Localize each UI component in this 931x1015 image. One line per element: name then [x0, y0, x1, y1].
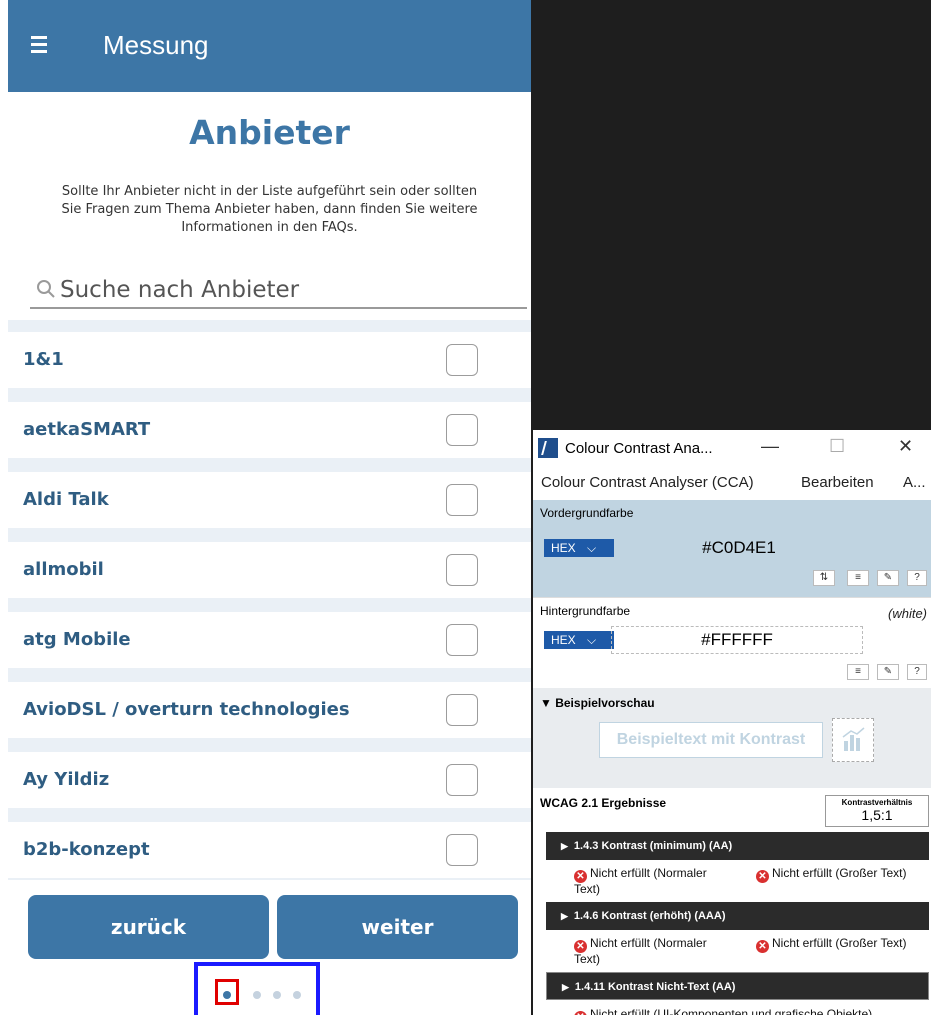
background-hex-value: #FFFFFF	[701, 630, 773, 649]
sliders-icon[interactable]: ≡	[847, 664, 869, 680]
sliders-icon[interactable]: ≡	[847, 570, 869, 586]
preview-toggle[interactable]: ▼ Beispielvorschau	[540, 696, 655, 710]
page-indicator	[194, 962, 320, 1015]
background-panel: Hintergrundfarbe (white) HEX ⌵ #FFFFFF ≡…	[533, 597, 931, 687]
sample-text-preview: Beispieltext mit Kontrast	[599, 722, 823, 758]
result-normal-text: ✕ Nicht erfüllt (Normaler Text)	[574, 936, 707, 966]
provider-checkbox[interactable]	[446, 624, 478, 656]
provider-checkbox[interactable]	[446, 484, 478, 516]
fail-icon: ✕	[574, 1011, 587, 1015]
list-item[interactable]: Ay Yildiz	[8, 752, 531, 808]
foreground-hex-input[interactable]: #C0D4E1	[615, 535, 863, 561]
provider-name: 1&1	[23, 349, 64, 370]
maximize-icon[interactable]: ☐	[829, 436, 845, 457]
provider-checkbox[interactable]	[446, 764, 478, 796]
fail-icon: ✕	[756, 940, 769, 953]
results-label: WCAG 2.1 Ergebnisse	[540, 796, 667, 810]
criterion-1-4-6[interactable]: 1.4.6 Kontrast (erhöht) (AAA)	[546, 902, 929, 930]
window-titlebar[interactable]: Colour Contrast Ana... — ☐ ✕	[533, 430, 931, 466]
criterion-1-4-11[interactable]: 1.4.11 Kontrast Nicht-Text (AA)	[546, 972, 929, 1000]
window-title: Colour Contrast Ana...	[565, 440, 713, 457]
provider-name: b2b-konzept	[23, 839, 150, 860]
provider-checkbox[interactable]	[446, 554, 478, 586]
minimize-icon[interactable]: —	[761, 436, 779, 457]
provider-checkbox[interactable]	[446, 834, 478, 866]
background-label: Hintergrundfarbe	[540, 604, 631, 618]
criterion-1-4-3[interactable]: 1.4.3 Kontrast (minimum) (AA)	[546, 832, 929, 860]
cca-window: Colour Contrast Ana... — ☐ ✕ Colour Cont…	[533, 430, 931, 1015]
list-item[interactable]: Aldi Talk	[8, 472, 531, 528]
chart-preview-icon[interactable]	[832, 718, 874, 762]
foreground-panel: Vordergrundfarbe HEX ⌵ #C0D4E1 ⇅ ≡ ✎ ?	[533, 500, 931, 597]
menu-cca[interactable]: Colour Contrast Analyser (CCA)	[541, 474, 754, 491]
search-icon	[37, 280, 55, 298]
result-large-text: ✕ Nicht erfüllt (Großer Text)	[756, 867, 906, 883]
page-title: Anbieter	[189, 113, 350, 152]
help-icon[interactable]: ?	[907, 664, 927, 680]
ratio-value: 1,5:1	[861, 807, 893, 823]
close-icon[interactable]: ✕	[898, 436, 913, 457]
foreground-format-select[interactable]: HEX ⌵	[544, 539, 614, 557]
chevron-down-icon: ⌵	[587, 541, 597, 555]
eyedropper-icon[interactable]: ✎	[877, 570, 899, 586]
provider-list: 1&1 aetkaSMART Aldi Talk allmobil atg Mo…	[8, 320, 531, 880]
menu-edit[interactable]: Bearbeiten	[801, 474, 874, 491]
search-field[interactable]	[30, 273, 527, 309]
foreground-label: Vordergrundfarbe	[540, 506, 634, 520]
search-input[interactable]	[60, 275, 520, 305]
menubar: Colour Contrast Analyser (CCA) Bearbeite…	[533, 466, 931, 498]
list-item[interactable]: 1&1	[8, 332, 531, 388]
back-button[interactable]: zurück	[28, 895, 269, 959]
result-large-text: ✕ Nicht erfüllt (Großer Text)	[756, 937, 906, 953]
list-item[interactable]: AvioDSL / overturn technologies	[8, 682, 531, 738]
intro-text: Sollte Ihr Anbieter nicht in der Liste a…	[61, 184, 478, 235]
provider-name: AvioDSL / overturn technologies	[23, 699, 350, 720]
page-dot-active[interactable]	[223, 991, 231, 999]
mobile-app: Messung Anbieter Sollte Ihr Anbieter nic…	[8, 0, 531, 1015]
background-format-select[interactable]: HEX ⌵	[544, 631, 614, 649]
page-dot[interactable]	[273, 991, 281, 999]
cca-logo-icon	[538, 438, 558, 458]
provider-name: aetkaSMART	[23, 419, 151, 440]
format-label: HEX	[551, 633, 576, 647]
page-dot[interactable]	[293, 991, 301, 999]
result-normal-text: ✕ Nicht erfüllt (Normaler Text)	[574, 866, 707, 896]
swap-colors-icon[interactable]: ⇅	[813, 570, 835, 586]
ratio-label: Kontrastverhältnis	[841, 798, 913, 807]
header-title: Messung	[103, 30, 209, 60]
format-label: HEX	[551, 541, 576, 555]
provider-name: Aldi Talk	[23, 489, 109, 510]
provider-checkbox[interactable]	[446, 344, 478, 376]
provider-name: allmobil	[23, 559, 104, 580]
provider-checkbox[interactable]	[446, 694, 478, 726]
list-item[interactable]: allmobil	[8, 542, 531, 598]
app-header: Messung	[8, 0, 531, 92]
result-ui-components: ✕Nicht erfüllt (UI-Komponenten und grafi…	[574, 1008, 872, 1015]
fail-icon: ✕	[756, 870, 769, 883]
next-button[interactable]: weiter	[277, 895, 518, 959]
chevron-down-icon: ⌵	[587, 633, 597, 647]
page-dot[interactable]	[253, 991, 261, 999]
list-item[interactable]: b2b-konzept	[8, 822, 531, 878]
list-item[interactable]: aetkaSMART	[8, 402, 531, 458]
contrast-ratio-box: Kontrastverhältnis 1,5:1	[825, 795, 929, 827]
provider-checkbox[interactable]	[446, 414, 478, 446]
hamburger-menu-icon[interactable]	[31, 36, 47, 54]
preview-label: Beispielvorschau	[555, 696, 655, 710]
preview-panel: ▼ Beispielvorschau Beispieltext mit Kont…	[533, 688, 931, 788]
results-panel: WCAG 2.1 Ergebnisse Kontrastverhältnis 1…	[533, 788, 931, 1015]
background-hex-input[interactable]: #FFFFFF	[611, 626, 863, 654]
background-color-name: (white)	[888, 606, 928, 621]
provider-name: Ay Yildiz	[23, 769, 110, 790]
chart-icon	[842, 727, 865, 751]
eyedropper-icon[interactable]: ✎	[877, 664, 899, 680]
menu-more[interactable]: A...	[903, 474, 926, 491]
provider-name: atg Mobile	[23, 629, 131, 650]
list-item[interactable]: atg Mobile	[8, 612, 531, 668]
help-icon[interactable]: ?	[907, 570, 927, 586]
